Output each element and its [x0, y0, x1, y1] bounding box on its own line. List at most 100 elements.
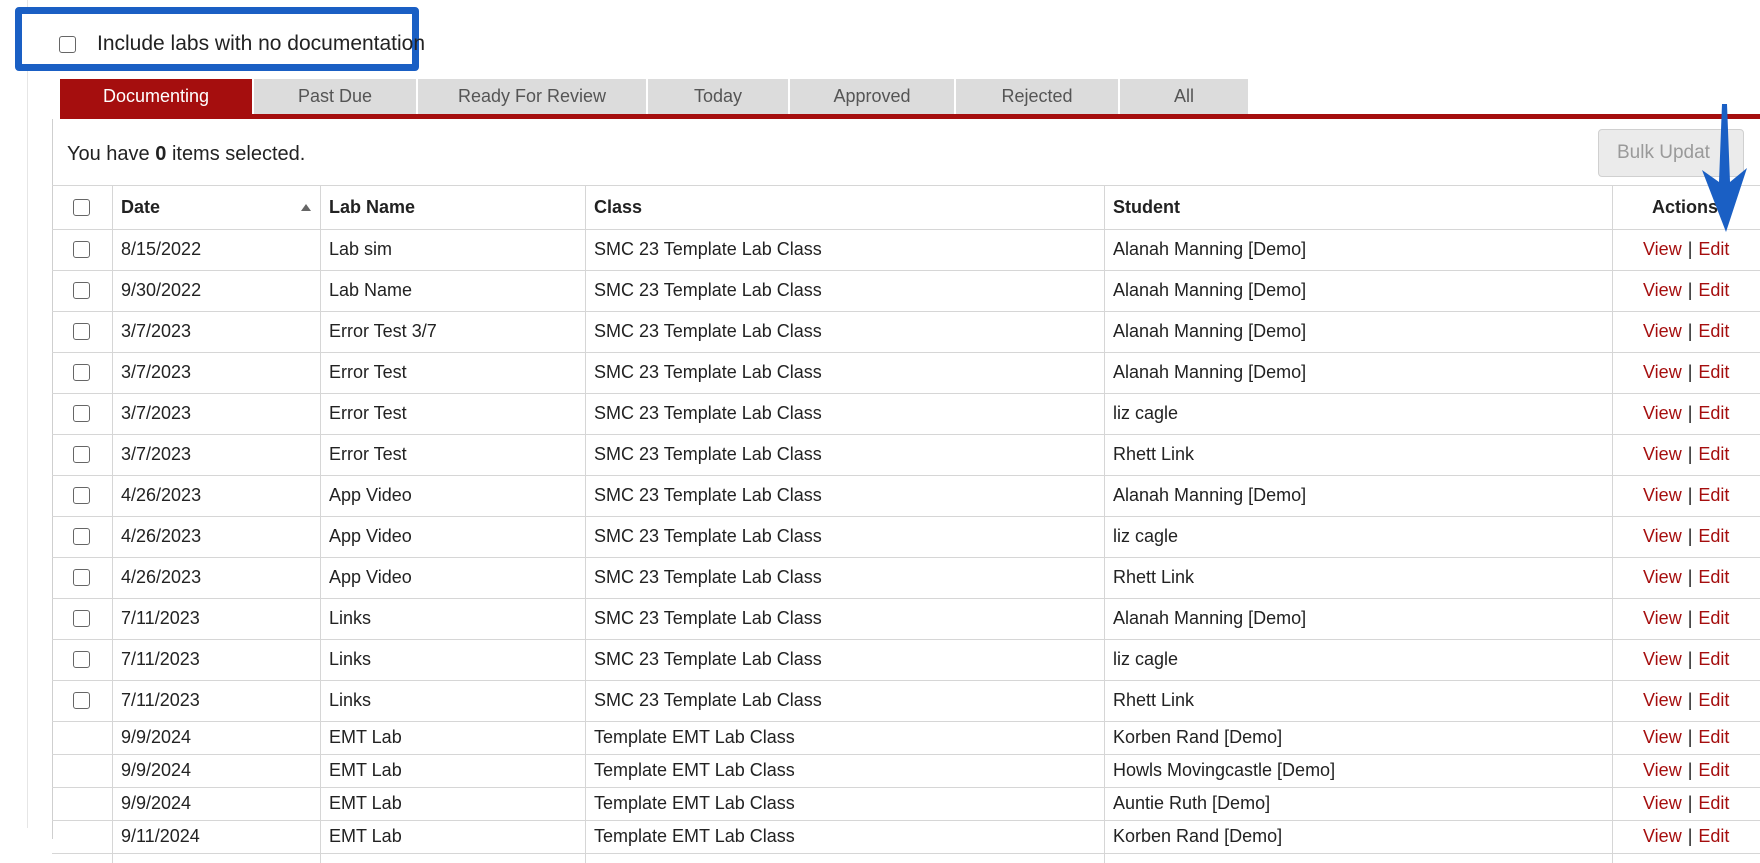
tab-ready-for-review[interactable]: Ready For Review [418, 79, 646, 114]
view-link[interactable]: View [1643, 649, 1682, 669]
row-divider [52, 787, 1760, 788]
cell-student: liz cagle [1113, 526, 1179, 546]
action-separator: | [1687, 793, 1693, 813]
cell-date: 9/9/2024 [121, 727, 192, 747]
view-link[interactable]: View [1643, 690, 1682, 710]
include-no-doc-label[interactable]: Include labs with no documentation [97, 32, 425, 56]
edit-link[interactable]: Edit [1698, 760, 1729, 780]
cell-class: SMC 23 Template Lab Class [594, 321, 822, 341]
cell-student: Howls Movingcastle [Demo] [1113, 760, 1336, 780]
cell-date: 7/11/2023 [121, 690, 200, 710]
row-checkbox[interactable] [73, 692, 90, 709]
cell-date: 9/11/2024 [121, 826, 200, 846]
edit-link[interactable]: Edit [1698, 608, 1729, 628]
tab-today[interactable]: Today [648, 79, 788, 114]
row-checkbox[interactable] [73, 651, 90, 668]
cell-actions: View | Edit [1643, 321, 1729, 342]
edit-link[interactable]: Edit [1698, 239, 1729, 259]
view-link[interactable]: View [1643, 608, 1682, 628]
tab-documenting[interactable]: Documenting [60, 79, 252, 114]
cell-lab-name: EMT Lab [329, 760, 402, 780]
header-bottom-rule [52, 229, 1760, 230]
header-class[interactable]: Class [594, 197, 642, 218]
view-link[interactable]: View [1643, 727, 1682, 747]
cell-actions: View | Edit [1643, 403, 1729, 424]
cell-lab-name: Error Test [329, 403, 407, 423]
edit-link[interactable]: Edit [1698, 567, 1729, 587]
view-link[interactable]: View [1643, 826, 1682, 846]
cell-student: liz cagle [1113, 403, 1179, 423]
cell-lab-name: Links [329, 649, 372, 669]
edit-link[interactable]: Edit [1698, 321, 1729, 341]
edit-link[interactable]: Edit [1698, 727, 1729, 747]
edit-link[interactable]: Edit [1698, 526, 1729, 546]
tab-rejected[interactable]: Rejected [956, 79, 1118, 114]
edit-link[interactable]: Edit [1698, 690, 1729, 710]
view-link[interactable]: View [1643, 280, 1682, 300]
cell-actions: View | Edit [1643, 567, 1729, 588]
cell-student: Korben Rand [Demo] [1113, 727, 1283, 747]
cell-date: 9/9/2024 [121, 793, 192, 813]
edit-link[interactable]: Edit [1698, 280, 1729, 300]
cell-lab-name: Lab Name [329, 280, 413, 300]
row-checkbox[interactable] [73, 487, 90, 504]
row-checkbox[interactable] [73, 446, 90, 463]
edit-link[interactable]: Edit [1698, 649, 1729, 669]
cell-lab-name: EMT Lab [329, 727, 402, 747]
cell-actions: View | Edit [1643, 526, 1729, 547]
row-checkbox[interactable] [73, 405, 90, 422]
edit-link[interactable]: Edit [1698, 826, 1729, 846]
row-checkbox[interactable] [73, 282, 90, 299]
header-lab-name[interactable]: Lab Name [329, 197, 415, 218]
row-checkbox[interactable] [73, 364, 90, 381]
cell-date: 8/15/2022 [121, 239, 202, 259]
view-link[interactable]: View [1643, 567, 1682, 587]
row-checkbox[interactable] [73, 528, 90, 545]
tab-past-due[interactable]: Past Due [254, 79, 416, 114]
header-date[interactable]: Date [121, 197, 160, 218]
cell-student: Rhett Link [1113, 567, 1195, 587]
edit-link[interactable]: Edit [1698, 485, 1729, 505]
edit-link[interactable]: Edit [1698, 362, 1729, 382]
cell-class: Template EMT Lab Class [594, 760, 795, 780]
column-divider [585, 185, 586, 863]
tab-all[interactable]: All [1120, 79, 1248, 114]
view-link[interactable]: View [1643, 485, 1682, 505]
header-student[interactable]: Student [1113, 197, 1180, 218]
selection-count: 0 [155, 143, 167, 165]
view-link[interactable]: View [1643, 403, 1682, 423]
cell-lab-name: EMT Lab [329, 793, 402, 813]
results-panel [52, 119, 1760, 839]
action-separator: | [1687, 826, 1693, 846]
cell-date: 9/30/2022 [121, 280, 202, 300]
row-divider [52, 393, 1760, 394]
view-link[interactable]: View [1643, 362, 1682, 382]
cell-lab-name: Links [329, 690, 372, 710]
view-link[interactable]: View [1643, 760, 1682, 780]
row-checkbox[interactable] [73, 569, 90, 586]
select-all-checkbox[interactable] [73, 199, 90, 216]
row-checkbox[interactable] [73, 610, 90, 627]
view-link[interactable]: View [1643, 321, 1682, 341]
tab-approved[interactable]: Approved [790, 79, 954, 114]
selection-suffix: items selected. [171, 143, 306, 165]
cell-lab-name: Error Test [329, 362, 407, 382]
include-no-doc-checkbox[interactable] [59, 36, 76, 53]
cell-actions: View | Edit [1643, 793, 1729, 814]
edit-link[interactable]: Edit [1698, 444, 1729, 464]
view-link[interactable]: View [1643, 526, 1682, 546]
row-divider [52, 680, 1760, 681]
view-link[interactable]: View [1643, 793, 1682, 813]
cell-class: SMC 23 Template Lab Class [594, 485, 822, 505]
cell-actions: View | Edit [1643, 826, 1729, 847]
row-checkbox[interactable] [73, 241, 90, 258]
sort-ascending-icon[interactable] [301, 204, 311, 211]
cell-actions: View | Edit [1643, 760, 1729, 781]
row-checkbox[interactable] [73, 323, 90, 340]
view-link[interactable]: View [1643, 239, 1682, 259]
view-link[interactable]: View [1643, 444, 1682, 464]
cell-actions: View | Edit [1643, 239, 1729, 260]
column-divider [1612, 185, 1613, 863]
edit-link[interactable]: Edit [1698, 403, 1729, 423]
edit-link[interactable]: Edit [1698, 793, 1729, 813]
